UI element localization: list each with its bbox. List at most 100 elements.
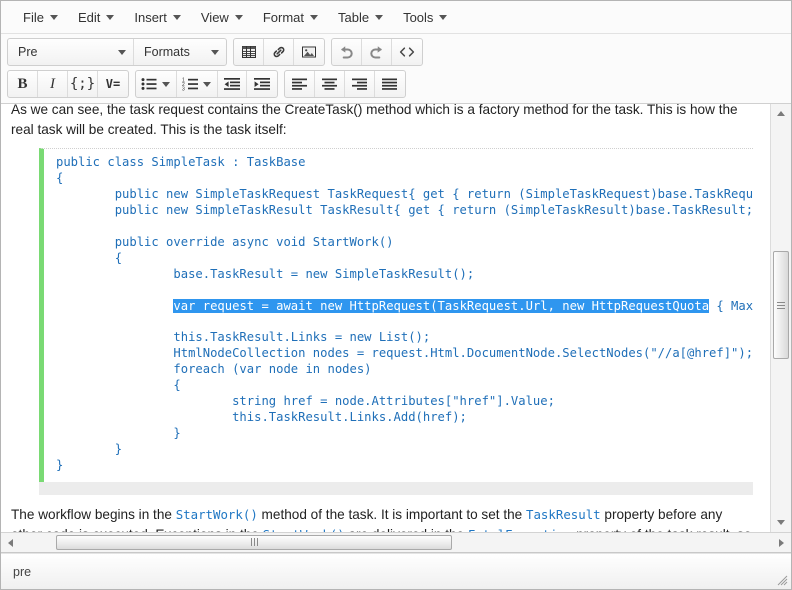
toolbar-row-2: B I {;} V= 1 2 3 xyxy=(7,69,785,99)
toolbar-group-formats: Pre Formats xyxy=(7,38,227,66)
formats-value: Formats xyxy=(144,45,190,59)
block-format-select[interactable]: Pre xyxy=(8,39,134,65)
menu-tools[interactable]: Tools xyxy=(393,7,457,28)
vertical-scrollbar-thumb[interactable] xyxy=(772,251,789,359)
menu-file-label: File xyxy=(23,9,44,25)
undo-button[interactable] xyxy=(332,39,362,65)
menubar: File Edit Insert View Format Table Tools xyxy=(1,1,791,34)
grip-icon xyxy=(776,301,785,309)
workflow-seg-1: The workflow begins in the xyxy=(11,507,176,523)
menu-format-label: Format xyxy=(262,9,304,25)
toolbar-group-align xyxy=(284,70,406,98)
resize-grip-icon[interactable] xyxy=(774,572,788,586)
chevron-down-icon xyxy=(172,14,181,20)
menu-table[interactable]: Table xyxy=(328,7,393,28)
svg-text:3: 3 xyxy=(182,86,185,91)
chevron-down-icon xyxy=(234,14,243,20)
bold-button[interactable]: B xyxy=(8,71,38,97)
redo-icon xyxy=(370,46,382,59)
menu-format[interactable]: Format xyxy=(253,7,328,28)
indent-button[interactable] xyxy=(247,71,277,97)
code-block[interactable]: public class SimpleTask : TaskBase { pub… xyxy=(39,148,753,483)
menu-view[interactable]: View xyxy=(191,7,253,28)
align-right-button[interactable] xyxy=(345,71,375,97)
align-justify-icon xyxy=(382,78,397,90)
align-center-icon xyxy=(321,78,337,90)
toolbar-group-lists: 1 2 3 xyxy=(135,70,278,98)
menu-insert-label: Insert xyxy=(134,9,167,25)
chevron-down-icon xyxy=(118,49,126,55)
bold-label: B xyxy=(17,75,28,92)
grip-icon xyxy=(250,538,258,546)
bullet-list-icon xyxy=(141,78,157,90)
toolbars: Pre Formats B I {;} V= 1 2 3 xyxy=(1,34,791,104)
menu-tools-label: Tools xyxy=(403,9,434,25)
chevron-down-icon xyxy=(106,14,115,20)
scroll-down-arrow-icon xyxy=(777,520,785,525)
source-code-button[interactable] xyxy=(392,39,422,65)
insert-link-button[interactable] xyxy=(264,39,294,65)
code-before-selection: public class SimpleTask : TaskBase { pub… xyxy=(56,155,753,281)
source-code-icon xyxy=(399,47,415,57)
code-sample-label: {;} xyxy=(69,76,96,92)
inline-code-startwork-1: StartWork() xyxy=(175,507,258,523)
align-justify-button[interactable] xyxy=(375,71,405,97)
insert-table-button[interactable] xyxy=(234,39,264,65)
outdent-icon xyxy=(223,78,240,90)
horizontal-scrollbar-thumb[interactable] xyxy=(56,534,452,550)
chevron-down-icon xyxy=(162,81,170,87)
code-block-bottom-band xyxy=(39,482,753,496)
numbered-list-options-button[interactable] xyxy=(203,71,217,97)
scroll-up-arrow-icon xyxy=(777,111,785,116)
inline-code-fatalexception: FatalException xyxy=(468,527,572,532)
align-right-icon xyxy=(351,78,367,90)
numbered-list-icon: 1 2 3 xyxy=(182,77,198,91)
statusbar: pre xyxy=(1,553,791,589)
align-left-icon xyxy=(291,78,307,90)
formats-select[interactable]: Formats xyxy=(134,39,226,65)
menu-file[interactable]: File xyxy=(13,7,68,28)
horizontal-scrollbar[interactable] xyxy=(1,533,791,553)
scroll-right-arrow-icon xyxy=(779,538,784,547)
scroll-up-button[interactable] xyxy=(771,104,792,123)
document-content[interactable]: As we can see, the task request contains… xyxy=(1,104,769,532)
align-left-button[interactable] xyxy=(285,71,315,97)
vertical-scrollbar-track[interactable] xyxy=(771,123,792,513)
insert-image-button[interactable] xyxy=(294,39,324,65)
numbered-list-button[interactable]: 1 2 3 xyxy=(177,71,203,97)
bullet-list-button[interactable] xyxy=(136,71,162,97)
toolbar-row-1: Pre Formats xyxy=(7,37,785,67)
redo-button[interactable] xyxy=(362,39,392,65)
menu-insert[interactable]: Insert xyxy=(124,7,191,28)
menu-edit[interactable]: Edit xyxy=(68,7,124,28)
bullet-list-options-button[interactable] xyxy=(162,71,176,97)
italic-button[interactable]: I xyxy=(38,71,68,97)
block-format-value: Pre xyxy=(18,45,38,59)
chevron-down-icon xyxy=(203,81,211,87)
workflow-seg-4: are delivered in the xyxy=(345,527,468,532)
editor-body[interactable]: As we can see, the task request contains… xyxy=(1,104,791,533)
scroll-right-button[interactable] xyxy=(772,533,791,552)
vertical-scrollbar[interactable] xyxy=(770,104,791,532)
chevron-down-icon xyxy=(375,14,384,20)
workflow-seg-2: method of the task. It is important to s… xyxy=(257,507,527,523)
element-path[interactable]: pre xyxy=(13,565,31,579)
bullet-list-split[interactable] xyxy=(136,71,176,97)
workflow-paragraph: The workflow begins in the StartWork() m… xyxy=(11,505,753,532)
numbered-list-split[interactable]: 1 2 3 xyxy=(176,71,217,97)
code-selected-text[interactable]: var request = await new HttpRequest(Task… xyxy=(173,298,710,313)
chevron-down-icon xyxy=(439,14,448,20)
table-icon xyxy=(241,46,256,58)
scroll-left-button[interactable] xyxy=(1,533,20,552)
chevron-down-icon xyxy=(310,14,318,20)
align-center-button[interactable] xyxy=(315,71,345,97)
scroll-left-arrow-icon xyxy=(8,538,13,547)
outdent-button[interactable] xyxy=(217,71,247,97)
scroll-down-button[interactable] xyxy=(771,513,792,532)
horizontal-scrollbar-track[interactable] xyxy=(20,533,772,553)
variable-button[interactable]: V= xyxy=(98,71,128,97)
inline-code-startwork-2: StartWork() xyxy=(263,527,345,532)
toolbar-group-history xyxy=(331,38,423,66)
intro-paragraph: As we can see, the task request contains… xyxy=(11,104,738,137)
code-sample-button[interactable]: {;} xyxy=(68,71,98,97)
